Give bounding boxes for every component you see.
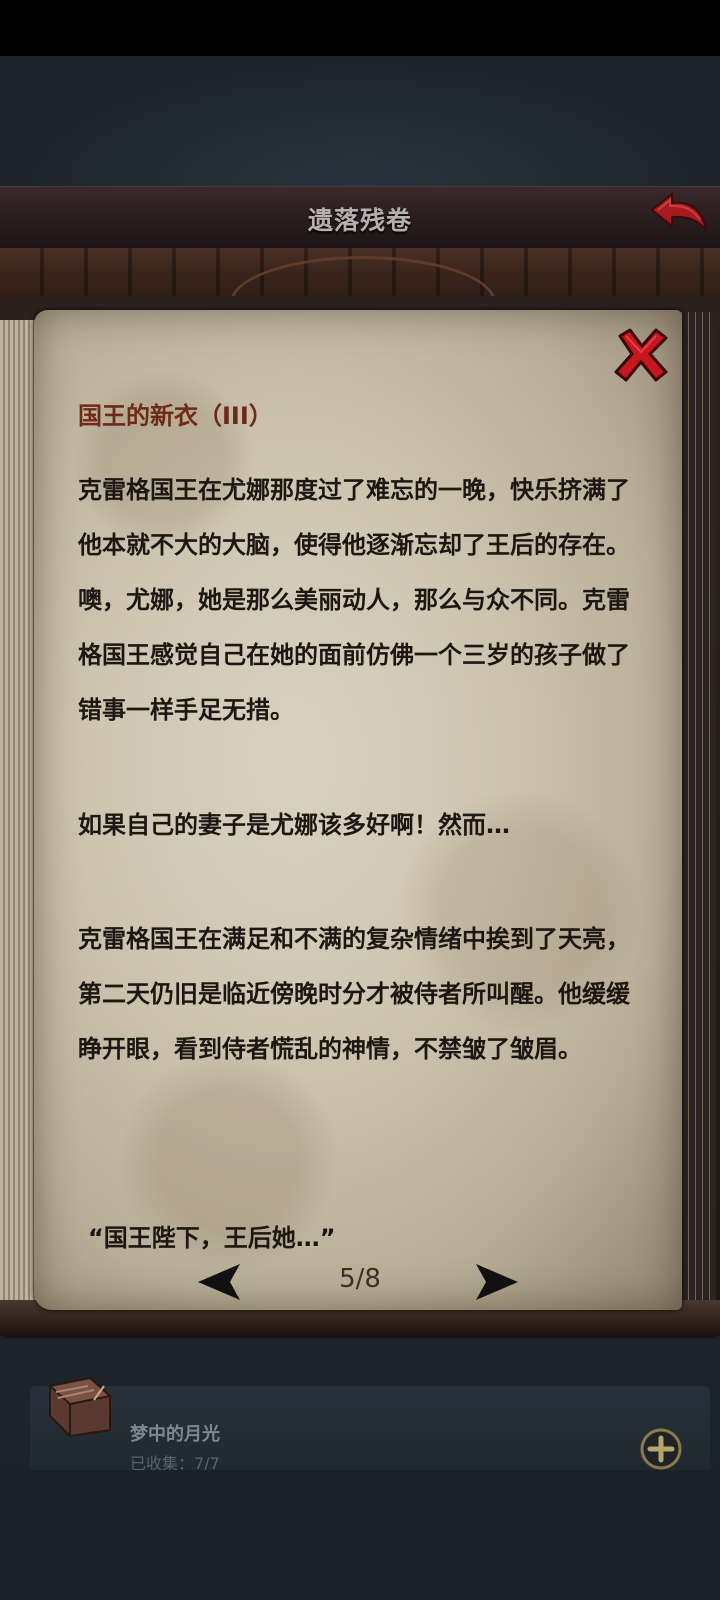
book-icon bbox=[44, 1372, 118, 1438]
next-arrow-icon bbox=[476, 1264, 518, 1300]
back-arrow-icon bbox=[651, 193, 707, 231]
bottom-area bbox=[0, 1470, 720, 1600]
status-bar bbox=[0, 0, 720, 56]
plus-circle-icon bbox=[640, 1428, 682, 1470]
back-button[interactable] bbox=[648, 190, 710, 242]
close-x-icon bbox=[614, 328, 668, 382]
next-page-button[interactable] bbox=[474, 1262, 520, 1302]
page-title: 遗落残卷 bbox=[307, 206, 412, 235]
document-title: 国王的新衣（III） bbox=[78, 402, 273, 430]
close-button[interactable] bbox=[612, 326, 670, 384]
add-button[interactable] bbox=[640, 1428, 682, 1470]
paragraph-1: 克雷格国王在尤娜那度过了难忘的一晚，快乐挤满了他本就不大的大脑，使得他逐渐忘却了… bbox=[78, 476, 630, 724]
paragraph-2: 如果自己的妻子是尤娜该多好啊！然而… bbox=[78, 811, 510, 839]
collection-item-name: 梦中的月光 bbox=[130, 1424, 220, 1445]
background-panel bbox=[0, 56, 720, 186]
quote-line: “国王陛下，王后她…” bbox=[88, 1224, 336, 1252]
screen: 遗落残卷 国王的新衣（III） 克雷格国王在尤娜那度过了难忘的一晚，快乐挤满了他… bbox=[0, 0, 720, 1600]
paragraph-3: 克雷格国王在满足和不满的复杂情绪中挨到了天亮，第二天仍旧是临近傍晚时分才被侍者所… bbox=[78, 925, 630, 1063]
page-indicator: 5/8 bbox=[339, 1264, 381, 1294]
prev-page-button[interactable] bbox=[196, 1262, 242, 1302]
prev-arrow-icon bbox=[198, 1264, 240, 1300]
book-right-pages bbox=[676, 312, 716, 1312]
title-bar: 遗落残卷 bbox=[0, 186, 720, 251]
